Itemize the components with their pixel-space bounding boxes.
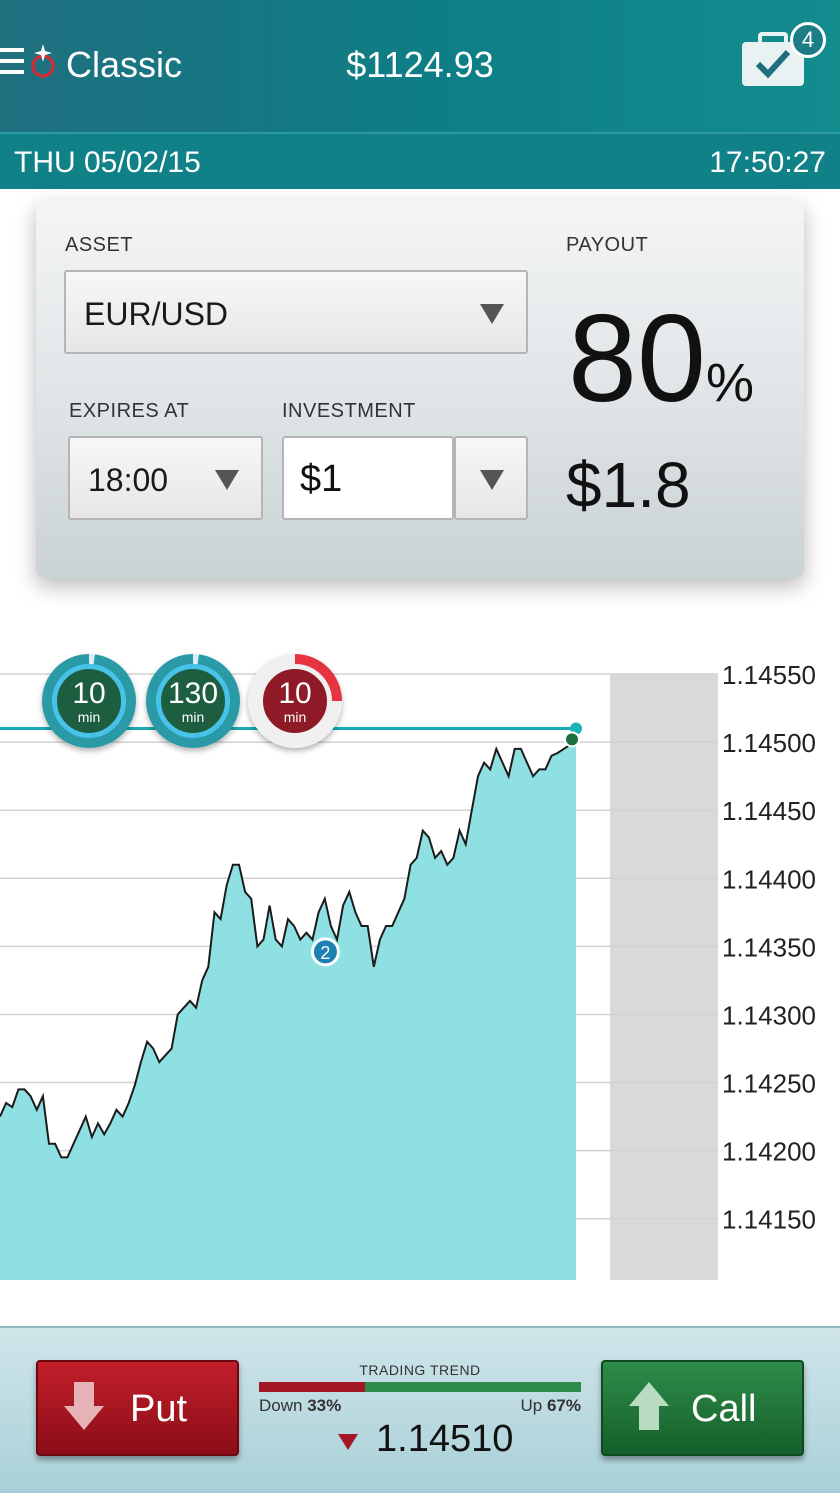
investment-input[interactable]: $1 bbox=[282, 436, 454, 520]
arrow-down-icon bbox=[64, 1382, 104, 1430]
chip-value: 10 bbox=[72, 677, 106, 710]
menu-icon[interactable] bbox=[0, 48, 26, 80]
y-tick-label: 1.14500 bbox=[722, 728, 816, 758]
trade-bar: Put TRADING TREND Down 33% Up 67% 1.1451… bbox=[0, 1326, 840, 1493]
chip-face: 130 min bbox=[156, 664, 230, 738]
call-button[interactable]: Call bbox=[601, 1360, 804, 1456]
chip-unit: min bbox=[283, 709, 307, 725]
payout-amount: $1.8 bbox=[566, 449, 691, 521]
y-tick-label: 1.14450 bbox=[722, 796, 816, 826]
trend-down: Down 33% bbox=[259, 1396, 342, 1415]
y-tick-label: 1.14350 bbox=[722, 932, 816, 962]
expiry-select[interactable]: 18:00 bbox=[68, 436, 263, 520]
investment-value: $1 bbox=[300, 458, 343, 500]
position-marker-label: 2 bbox=[320, 943, 330, 963]
chip-face: 10 min bbox=[258, 664, 332, 738]
payout-label: PAYOUT bbox=[566, 234, 649, 256]
open-positions-badge: 4 bbox=[790, 22, 826, 58]
investment-dropdown[interactable] bbox=[454, 436, 528, 520]
price-down-icon bbox=[338, 1434, 358, 1450]
arrow-up-icon bbox=[629, 1382, 669, 1430]
payout-percent: 80% bbox=[568, 290, 754, 428]
expiry-timer-chip[interactable]: 130 min bbox=[146, 654, 240, 748]
current-date: THU 05/02/15 bbox=[14, 146, 201, 179]
logo-icon bbox=[31, 44, 55, 78]
trading-trend-bar bbox=[259, 1382, 581, 1392]
top-bar: Classic $1124.93 4 bbox=[0, 0, 840, 132]
current-time: 17:50:27 bbox=[709, 146, 826, 179]
current-price: 1.14510 bbox=[376, 1418, 514, 1460]
chip-value: 130 bbox=[167, 677, 219, 710]
asset-value: EUR/USD bbox=[84, 296, 229, 332]
price-chart[interactable]: 1.14550 1.14500 1.14450 1.14400 1.14350 1.143… bbox=[0, 640, 840, 1300]
trade-setup-panel: ASSET EUR/USD EXPIRES AT 18:00 INVESTMEN… bbox=[36, 200, 804, 578]
asset-label: ASSET bbox=[65, 234, 134, 256]
expires-label: EXPIRES AT bbox=[69, 400, 190, 422]
y-tick-label: 1.14200 bbox=[722, 1137, 816, 1167]
chip-unit: min bbox=[77, 709, 101, 725]
investment-label: INVESTMENT bbox=[282, 400, 416, 422]
trend-up: Up 67% bbox=[520, 1396, 582, 1415]
dropdown-arrow-icon bbox=[480, 304, 504, 324]
expiry-zone bbox=[610, 674, 718, 1280]
account-balance: $1124.93 bbox=[346, 44, 494, 85]
expiry-value: 18:00 bbox=[88, 462, 169, 498]
price-chart-svg: 1.14550 1.14500 1.14450 1.14400 1.14350 1.143… bbox=[0, 660, 816, 1280]
price-area bbox=[0, 739, 576, 1280]
trading-trend-title: TRADING TREND bbox=[359, 1362, 481, 1378]
chip-unit: min bbox=[181, 709, 205, 725]
asset-select[interactable]: EUR/USD bbox=[64, 270, 528, 354]
app-title: Classic bbox=[66, 44, 183, 85]
y-tick-label: 1.14300 bbox=[722, 1000, 816, 1030]
date-time-bar: THU 05/02/15 17:50:27 bbox=[0, 132, 840, 189]
trend-down-fill bbox=[259, 1382, 366, 1392]
expiry-timer-chip[interactable]: 10 min bbox=[42, 654, 136, 748]
put-button[interactable]: Put bbox=[36, 1360, 239, 1456]
call-label: Call bbox=[691, 1388, 757, 1430]
dropdown-arrow-icon bbox=[480, 470, 504, 490]
chip-face: 10 min bbox=[52, 664, 126, 738]
y-tick-label: 1.14150 bbox=[722, 1205, 816, 1235]
dropdown-arrow-icon bbox=[215, 470, 239, 490]
expiry-timer-chip[interactable]: 10 min bbox=[248, 654, 342, 748]
y-tick-label: 1.14550 bbox=[722, 660, 816, 690]
put-label: Put bbox=[130, 1388, 188, 1430]
chip-value: 10 bbox=[278, 677, 312, 710]
y-tick-label: 1.14400 bbox=[722, 864, 816, 894]
y-tick-label: 1.14250 bbox=[722, 1069, 816, 1099]
last-price-dot bbox=[564, 731, 580, 748]
